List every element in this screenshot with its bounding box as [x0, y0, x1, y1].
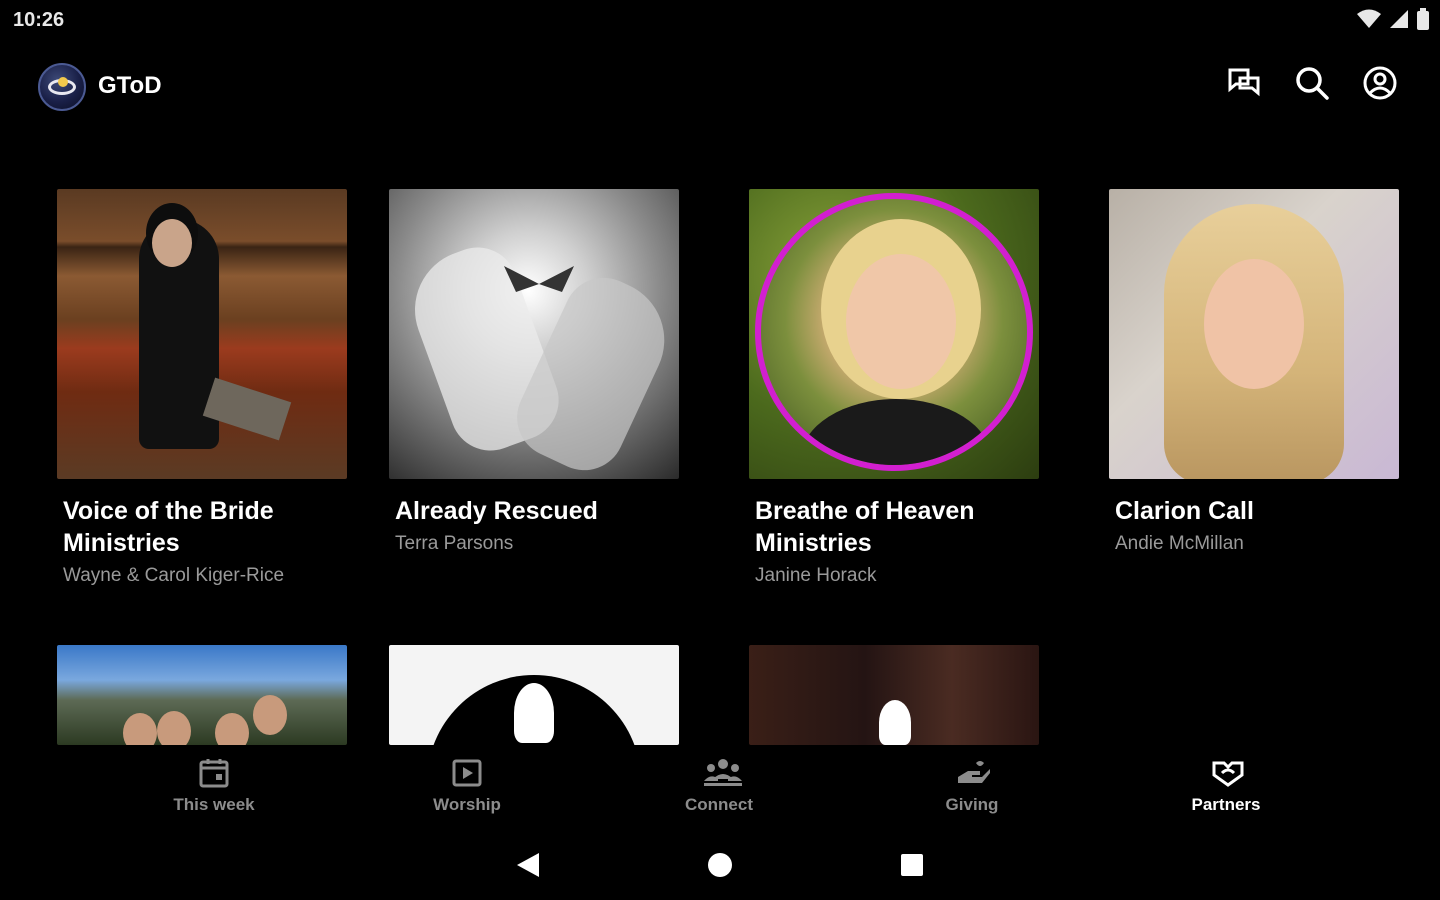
- nav-label: Giving: [945, 795, 999, 814]
- partner-title: Voice of the Bride Ministries: [63, 497, 274, 557]
- partner-card[interactable]: [389, 645, 679, 745]
- flame-icon: [879, 700, 911, 745]
- partner-thumbnail[interactable]: [57, 189, 347, 479]
- status-time: 10:26: [13, 9, 65, 31]
- recents-icon: [900, 853, 924, 882]
- partner-card[interactable]: Voice of the Bride Ministries Wayne & Ca…: [57, 189, 347, 591]
- search-icon: [1295, 66, 1329, 105]
- partner-title: Clarion Call: [1115, 497, 1254, 525]
- account-button[interactable]: [1360, 65, 1400, 105]
- chat-icon: [1227, 67, 1261, 104]
- handshake-heart-icon: [1210, 757, 1244, 789]
- partner-subtitle: Terra Parsons: [395, 533, 514, 554]
- portrait-face: [1204, 259, 1304, 389]
- partner-card[interactable]: [749, 645, 1039, 745]
- nav-label: This week: [173, 795, 255, 814]
- play-box-icon: [451, 757, 483, 789]
- partner-thumbnail[interactable]: [389, 645, 679, 745]
- partner-card[interactable]: Already Rescued Terra Parsons: [389, 189, 679, 559]
- partner-thumbnail[interactable]: [389, 189, 679, 479]
- system-navigation-bar: [0, 835, 1440, 900]
- partner-thumbnail[interactable]: [1109, 189, 1399, 479]
- partner-thumbnail[interactable]: [57, 645, 347, 745]
- nav-item-worship[interactable]: Worship: [341, 745, 593, 835]
- account-icon: [1363, 66, 1397, 105]
- nav-item-connect[interactable]: Connect: [593, 745, 845, 835]
- app-actions: [1224, 65, 1400, 105]
- back-button[interactable]: [510, 849, 546, 885]
- nav-item-giving[interactable]: Giving: [846, 745, 1098, 835]
- portrait-face: [846, 254, 956, 389]
- partner-subtitle: Wayne & Carol Kiger-Rice: [63, 565, 285, 586]
- cellular-signal-icon: [1388, 9, 1410, 34]
- logo-dot: [58, 77, 68, 87]
- partner-title: Already Rescued: [395, 497, 598, 525]
- partner-thumbnail[interactable]: [749, 189, 1039, 479]
- butterfly-icon: [504, 266, 574, 292]
- app-bar: GToD: [0, 55, 1440, 117]
- home-button[interactable]: [702, 849, 738, 885]
- thumbnail-face: [123, 713, 157, 745]
- app-logo[interactable]: [38, 63, 86, 111]
- partner-card[interactable]: [57, 645, 347, 745]
- chat-button[interactable]: [1224, 65, 1264, 105]
- partner-title: Breathe of Heaven Ministries: [755, 497, 975, 557]
- battery-icon: [1416, 8, 1430, 35]
- thumbnail-figure-head: [152, 219, 192, 267]
- partner-subtitle: Andie McMillan: [1115, 533, 1244, 554]
- calendar-icon: [198, 757, 230, 789]
- people-icon: [703, 757, 742, 789]
- search-button[interactable]: [1292, 65, 1332, 105]
- status-icons: [1356, 8, 1430, 35]
- wifi-icon: [1356, 9, 1382, 34]
- nav-item-this-week[interactable]: This week: [88, 745, 340, 835]
- portrait-shirt: [801, 399, 991, 465]
- thumbnail-face: [215, 713, 249, 745]
- thumbnail-face: [157, 711, 191, 745]
- bottom-navigation: This week Worship Connect Giving Partner…: [0, 745, 1440, 835]
- nav-label: Partners: [1191, 795, 1261, 814]
- status-bar: 10:26: [0, 0, 1440, 40]
- nav-label: Worship: [433, 795, 501, 814]
- partner-card[interactable]: Breathe of Heaven Ministries Janine Hora…: [749, 189, 1039, 591]
- screen: 10:26 GToD Voice of the Bride Ministries…: [0, 0, 1440, 900]
- partner-subtitle: Janine Horack: [755, 565, 877, 586]
- portrait-ring: [755, 193, 1033, 471]
- recents-button[interactable]: [894, 849, 930, 885]
- giving-hand-icon: [956, 757, 990, 789]
- nav-label: Connect: [685, 795, 753, 814]
- flame-icon: [514, 683, 554, 743]
- home-icon: [707, 852, 733, 883]
- app-title: GToD: [98, 72, 162, 99]
- back-icon: [515, 851, 541, 884]
- thumbnail-face: [253, 695, 287, 735]
- nav-item-partners[interactable]: Partners: [1100, 745, 1352, 835]
- partner-card[interactable]: Clarion Call Andie McMillan: [1109, 189, 1399, 559]
- partner-thumbnail[interactable]: [749, 645, 1039, 745]
